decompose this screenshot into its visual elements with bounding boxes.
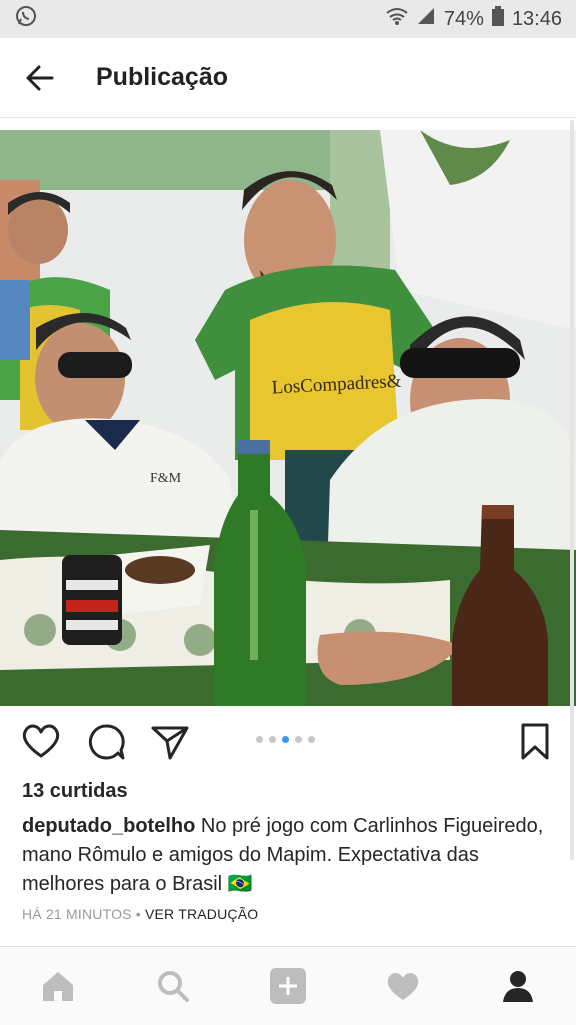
carousel-dot <box>295 736 302 743</box>
comment-icon <box>88 724 125 760</box>
carousel-dot <box>256 736 263 743</box>
post-photo[interactable]: F&M LosCompadres& <box>0 130 576 706</box>
caption-username[interactable]: deputado_botelho <box>22 815 195 837</box>
post-meta: HÁ 21 MINUTOS • VER TRADUÇÃO <box>22 906 258 922</box>
send-icon <box>151 726 189 760</box>
nav-new-post[interactable] <box>258 956 318 1016</box>
profile-icon <box>503 971 534 1002</box>
heart-icon <box>22 724 60 758</box>
carousel-indicator <box>256 736 315 743</box>
home-icon <box>42 972 73 1001</box>
clock: 13:46 <box>511 7 562 30</box>
heart-icon <box>387 972 419 1000</box>
arrow-left-icon <box>26 65 54 90</box>
share-button[interactable] <box>150 722 190 767</box>
whatsapp-icon <box>14 4 38 34</box>
battery-percent: 74% <box>443 7 484 30</box>
bookmark-icon <box>521 723 549 760</box>
svg-text:F&M: F&M <box>150 471 182 486</box>
carousel-dot-active <box>282 736 289 743</box>
bottom-nav <box>0 946 576 1025</box>
scrollbar[interactable] <box>570 120 574 860</box>
back-button[interactable] <box>0 38 80 118</box>
battery-icon <box>491 6 504 32</box>
carousel-dot <box>308 736 315 743</box>
nav-home[interactable] <box>28 956 88 1016</box>
search-icon <box>157 971 189 1002</box>
app-bar: Publicação <box>0 38 576 118</box>
carousel-dot <box>269 736 276 743</box>
status-bar: 74% 13:46 <box>0 0 576 38</box>
nav-profile[interactable] <box>488 956 548 1016</box>
nav-activity[interactable] <box>373 956 433 1016</box>
signal-icon <box>416 6 436 32</box>
meta-separator: • <box>131 906 145 922</box>
plus-square-icon <box>269 968 306 1004</box>
post-time: HÁ 21 MINUTOS <box>22 906 132 922</box>
comment-button[interactable] <box>86 722 126 767</box>
translate-link[interactable]: VER TRADUÇÃO <box>145 906 258 922</box>
page-title: Publicação <box>96 63 228 91</box>
save-button[interactable] <box>520 722 550 767</box>
wifi-icon <box>386 6 408 32</box>
flag-brazil-icon: 🇧🇷 <box>227 873 253 895</box>
nav-search[interactable] <box>143 956 203 1016</box>
post-caption: deputado_botelho No pré jogo com Carlinh… <box>22 812 552 899</box>
likes-count[interactable]: 13 curtidas <box>22 780 128 803</box>
like-button[interactable] <box>20 722 62 765</box>
post-actions <box>0 716 576 770</box>
